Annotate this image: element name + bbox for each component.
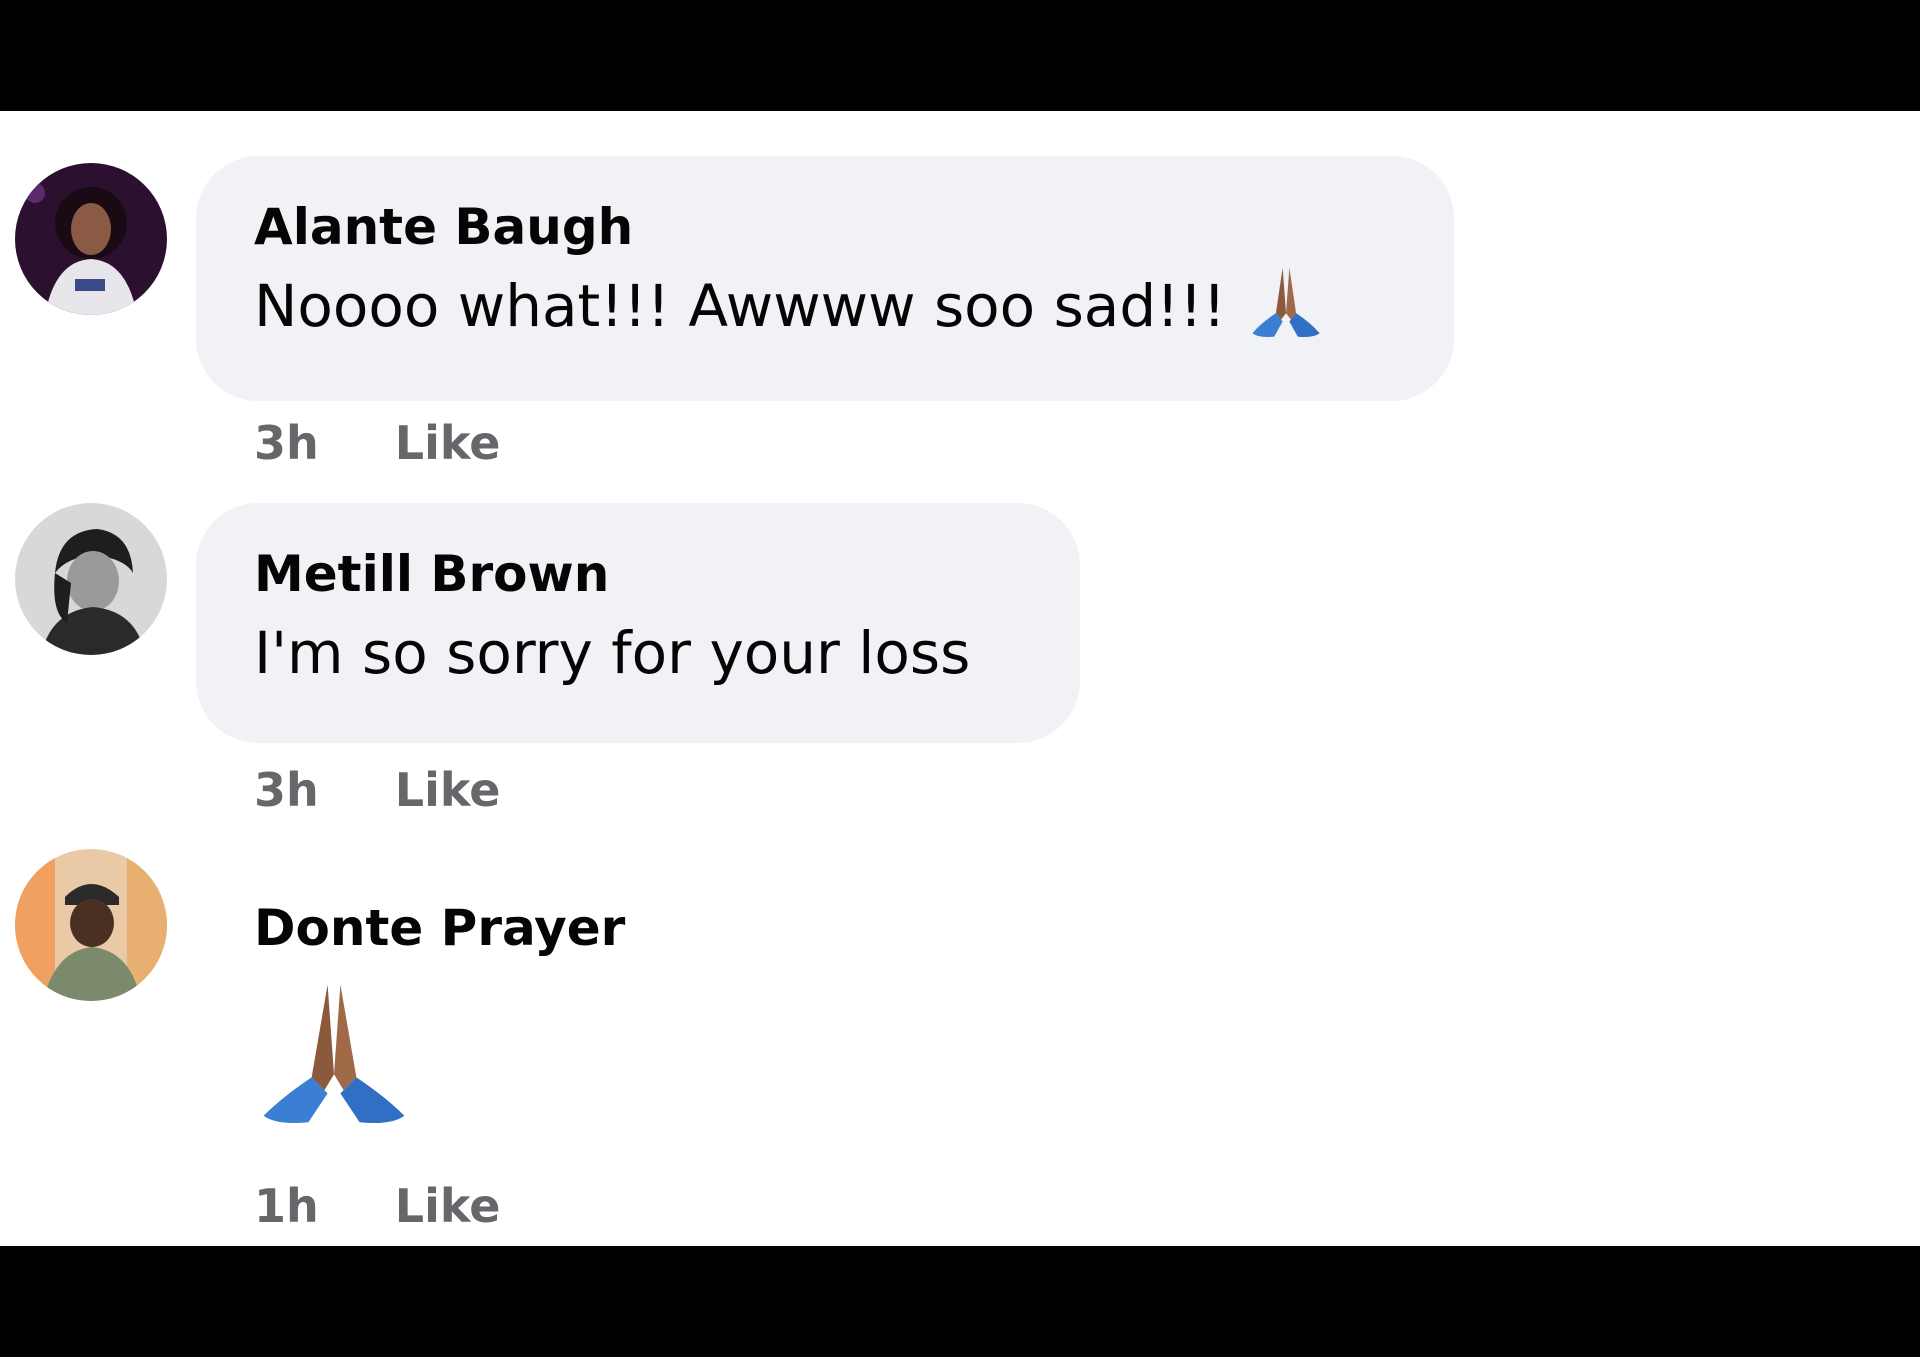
comment-text: I'm so sorry for your loss (254, 619, 971, 687)
comment-item: Metill Brown I'm so sorry for your loss … (0, 503, 1920, 833)
comment-author[interactable]: Donte Prayer (254, 899, 625, 957)
comment-timestamp[interactable]: 1h (254, 1179, 319, 1233)
comment-bubble: Metill Brown I'm so sorry for your loss (196, 503, 1080, 743)
folded-hands-icon (1244, 261, 1328, 345)
comment-bubble: Alante Baugh Noooo what!!! Awwww soo sad… (196, 156, 1454, 401)
comment-text: Noooo what!!! Awwww soo sad!!! (254, 272, 1226, 340)
comment-meta: 3h Like (254, 763, 500, 817)
comment-item: Donte Prayer 1h Like (0, 849, 1920, 1246)
comment-author[interactable]: Metill Brown (254, 545, 609, 603)
comment-timestamp[interactable]: 3h (254, 416, 319, 470)
comments-panel: Alante Baugh Noooo what!!! Awwww soo sad… (0, 111, 1920, 1246)
like-button[interactable]: Like (395, 1179, 501, 1233)
like-button[interactable]: Like (395, 416, 501, 470)
like-button[interactable]: Like (395, 763, 501, 817)
avatar[interactable] (15, 503, 167, 655)
avatar[interactable] (15, 163, 167, 315)
comment-author[interactable]: Alante Baugh (254, 198, 633, 256)
comment-text-row: Noooo what!!! Awwww soo sad!!! (254, 267, 1328, 345)
comment-meta: 3h Like (254, 416, 500, 470)
comment-meta: 1h Like (254, 1179, 500, 1233)
avatar[interactable] (15, 849, 167, 1001)
comment-timestamp[interactable]: 3h (254, 763, 319, 817)
folded-hands-icon (254, 975, 414, 1135)
comment-item: Alante Baugh Noooo what!!! Awwww soo sad… (0, 151, 1920, 481)
